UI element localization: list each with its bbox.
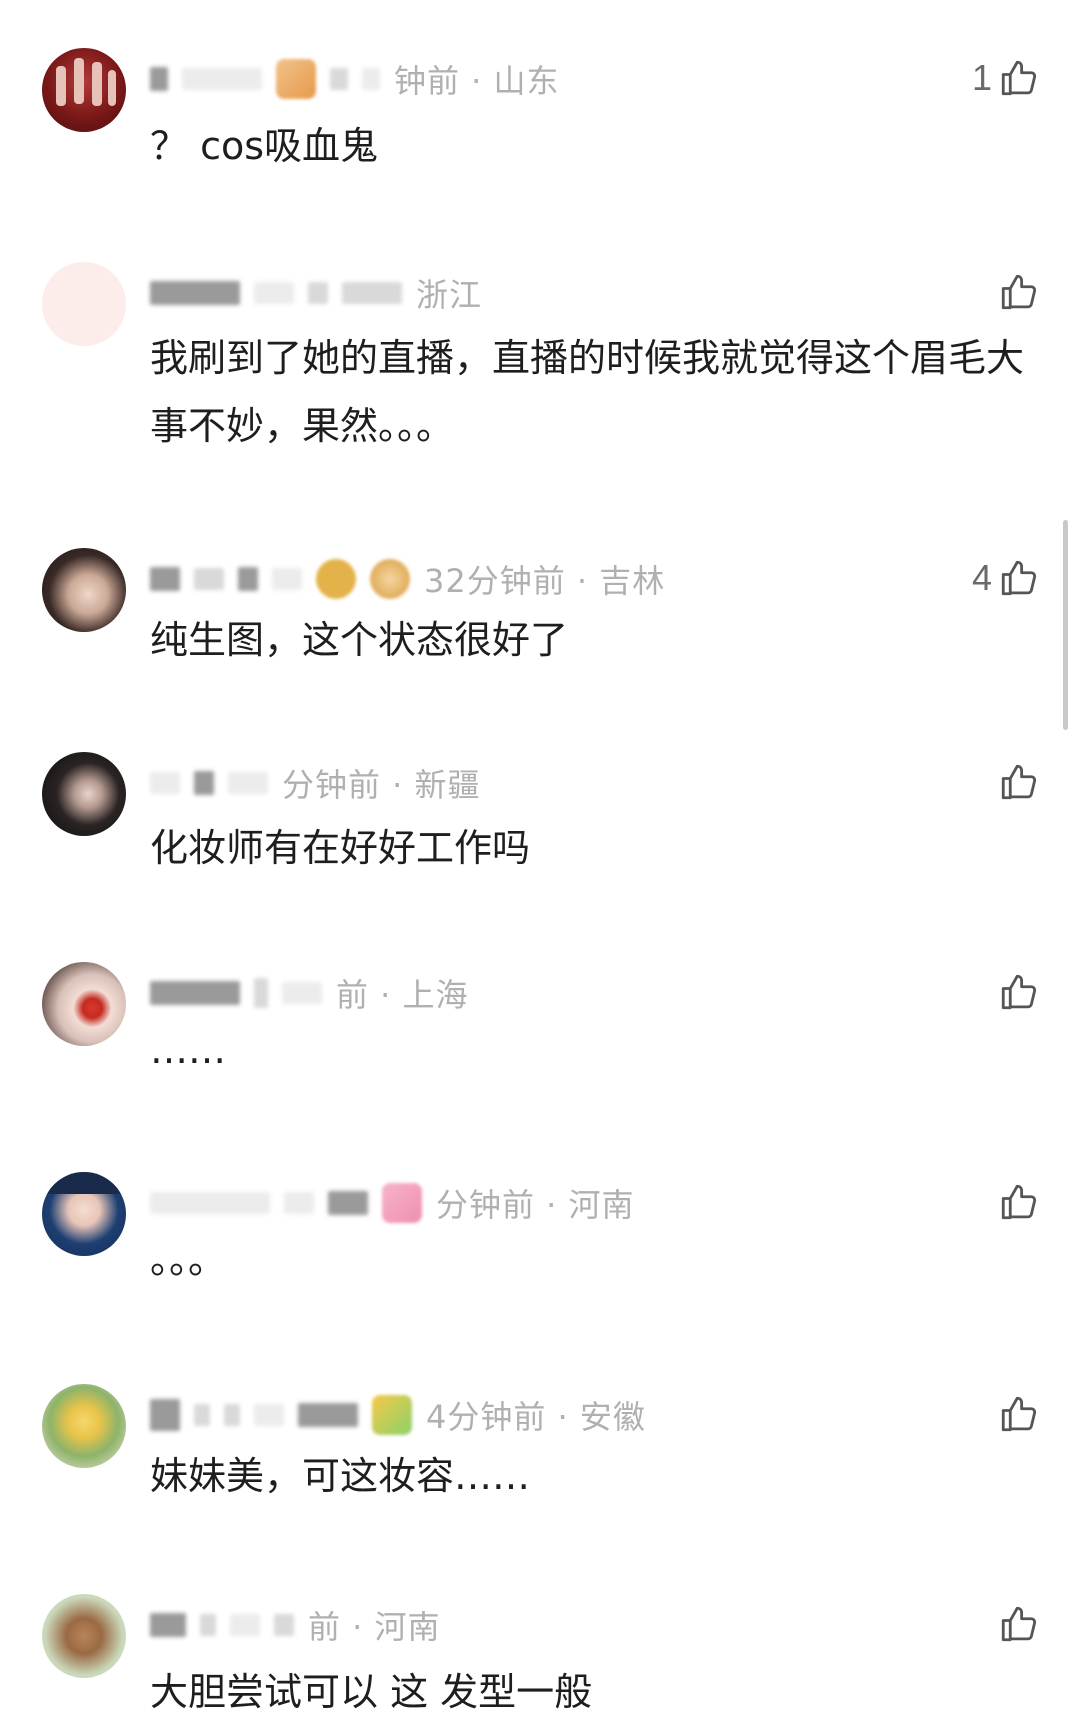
thumbs-up-icon xyxy=(998,1393,1040,1435)
like-button[interactable]: 1 xyxy=(972,48,1040,108)
like-button[interactable] xyxy=(992,962,1040,1022)
thumbs-up-icon xyxy=(998,1603,1040,1645)
username-redacted[interactable] xyxy=(150,981,240,1005)
like-button[interactable]: 4 xyxy=(972,548,1040,608)
badge-icon xyxy=(382,1183,422,1223)
time-location: 分钟前 · 河南 xyxy=(436,1186,635,1224)
badge-icon xyxy=(276,59,316,99)
time-location: 钟前 · 山东 xyxy=(394,62,560,100)
comment-text: 。。。 xyxy=(150,1238,227,1282)
badge-icon xyxy=(316,559,356,599)
time-location: 32分钟前 · 吉林 xyxy=(424,562,666,600)
avatar[interactable] xyxy=(42,262,126,346)
comment-meta: 前 · 河南 xyxy=(150,1602,441,1648)
avatar[interactable] xyxy=(42,962,126,1046)
time-location: 分钟前 · 新疆 xyxy=(282,766,481,804)
like-button[interactable] xyxy=(992,752,1040,812)
comment-text: 妹妹美，可这妆容…… xyxy=(150,1454,531,1498)
like-button[interactable] xyxy=(992,1384,1040,1444)
time-location: 4分钟前 · 安徽 xyxy=(426,1398,646,1436)
avatar[interactable] xyxy=(42,1594,126,1678)
comment-text: 大胆尝试可以 这 发型一般 xyxy=(150,1670,593,1714)
badge-icon xyxy=(372,1395,412,1435)
comment-meta: 32分钟前 · 吉林 xyxy=(150,556,665,602)
comment-text: 我刷到了她的直播，直播的时候我就觉得这个眉毛大事不妙，果然。。。 xyxy=(150,336,1025,448)
username-redacted[interactable] xyxy=(150,772,180,794)
avatar[interactable] xyxy=(42,1384,126,1468)
like-count: 1 xyxy=(971,57,992,98)
like-button[interactable] xyxy=(992,1172,1040,1232)
comment-meta: 分钟前 · 河南 xyxy=(150,1180,635,1226)
username-redacted[interactable] xyxy=(150,567,180,591)
username-redacted[interactable] xyxy=(150,1613,186,1637)
thumbs-up-icon xyxy=(998,761,1040,803)
thumbs-up-icon xyxy=(998,57,1040,99)
comment-meta: 4分钟前 · 安徽 xyxy=(150,1392,646,1438)
thumbs-up-icon xyxy=(998,1181,1040,1223)
like-count: 4 xyxy=(971,557,992,598)
avatar[interactable] xyxy=(42,752,126,836)
username-redacted[interactable] xyxy=(150,1399,180,1431)
comment-text: 化妆师有在好好工作吗 xyxy=(150,826,531,870)
like-button[interactable] xyxy=(992,262,1040,322)
avatar[interactable] xyxy=(42,48,126,132)
lantern-icon xyxy=(370,559,410,599)
comment-text: 纯生图，这个状态很好了 xyxy=(150,618,569,662)
time-location: 浙江 xyxy=(416,276,483,314)
comment-text: ？ cos吸血鬼 xyxy=(150,124,379,168)
time-location: 前 · 河南 xyxy=(308,1608,441,1646)
comment-meta: 钟前 · 山东 xyxy=(150,56,560,102)
comment-meta: 前 · 上海 xyxy=(150,970,469,1016)
comment-meta: 分钟前 · 新疆 xyxy=(150,760,481,806)
thumbs-up-icon xyxy=(998,971,1040,1013)
time-location: 前 · 上海 xyxy=(336,976,469,1014)
comment-meta: 浙江 xyxy=(150,270,482,316)
avatar[interactable] xyxy=(42,548,126,632)
username-redacted[interactable] xyxy=(150,67,168,91)
comment-text: …… xyxy=(150,1028,226,1072)
thumbs-up-icon xyxy=(998,271,1040,313)
thumbs-up-icon xyxy=(998,557,1040,599)
scrollbar[interactable] xyxy=(1063,520,1068,730)
avatar[interactable] xyxy=(42,1172,126,1256)
username-redacted[interactable] xyxy=(150,281,240,305)
like-button[interactable] xyxy=(992,1594,1040,1654)
username-redacted[interactable] xyxy=(150,1192,270,1214)
